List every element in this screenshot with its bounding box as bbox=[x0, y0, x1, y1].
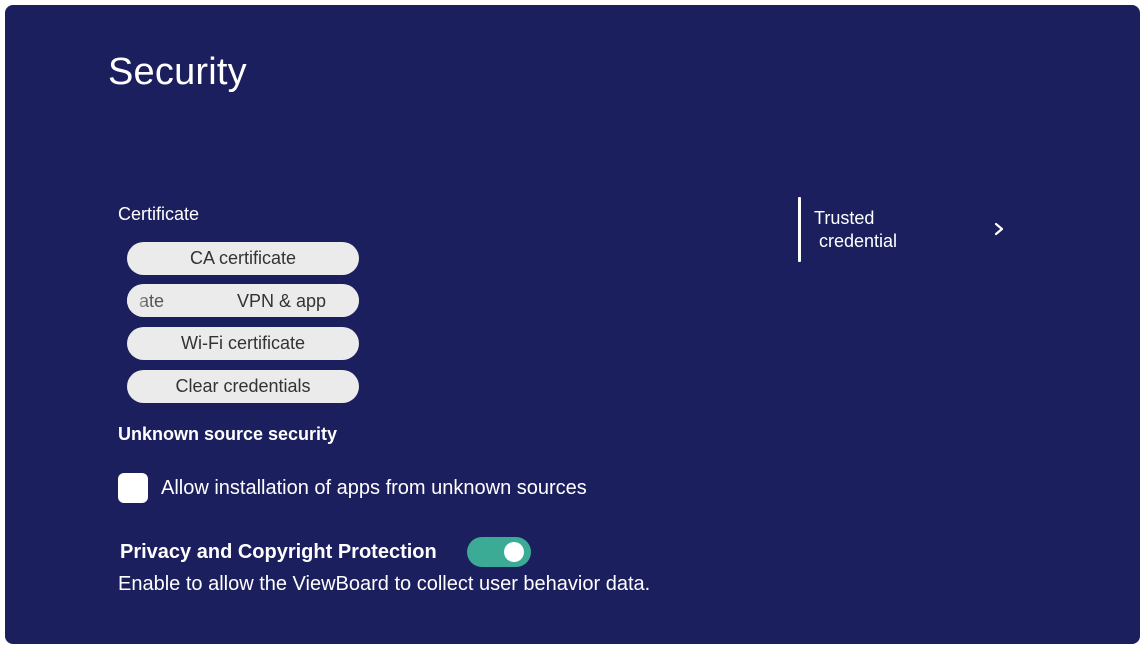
unknown-source-heading: Unknown source security bbox=[118, 424, 338, 444]
marquee-fade-left bbox=[127, 284, 149, 317]
wifi-certificate-button[interactable]: Wi-Fi certificate bbox=[127, 327, 359, 360]
trusted-credential-item[interactable]: Trusted credential bbox=[798, 197, 1008, 262]
privacy-row: Privacy and Copyright Protection bbox=[120, 537, 531, 567]
ca-certificate-button[interactable]: CA certificate bbox=[127, 242, 359, 275]
page-title: Security bbox=[108, 51, 247, 93]
selection-indicator bbox=[798, 197, 801, 262]
privacy-toggle[interactable] bbox=[466, 537, 531, 567]
privacy-description: Enable to allow the ViewBoard to collect… bbox=[118, 573, 651, 595]
unknown-sources-option: Allow installation of apps from unknown … bbox=[118, 473, 587, 503]
vpn-button-label-fragment-right: VPN & app bbox=[237, 291, 327, 311]
vpn-app-certificate-button[interactable]: ate VPN & app bbox=[127, 284, 359, 317]
clear-credentials-label: Clear credentials bbox=[175, 376, 311, 396]
ca-certificate-label: CA certificate bbox=[189, 248, 297, 268]
clear-credentials-button[interactable]: Clear credentials bbox=[127, 370, 359, 403]
toggle-knob bbox=[503, 542, 524, 562]
chevron-right-icon bbox=[994, 222, 1004, 236]
privacy-title: Privacy and Copyright Protection bbox=[120, 540, 437, 563]
trusted-credential-label: Trusted credential bbox=[814, 208, 898, 251]
security-panel: Security Certificate CA certificate ate … bbox=[5, 5, 1140, 644]
marquee-fade-right bbox=[337, 284, 359, 317]
unknown-sources-checkbox[interactable] bbox=[118, 473, 148, 503]
certificate-label: Certificate bbox=[118, 204, 200, 224]
unknown-sources-checkbox-label: Allow installation of apps from unknown … bbox=[161, 476, 587, 499]
wifi-certificate-label: Wi-Fi certificate bbox=[180, 333, 305, 353]
